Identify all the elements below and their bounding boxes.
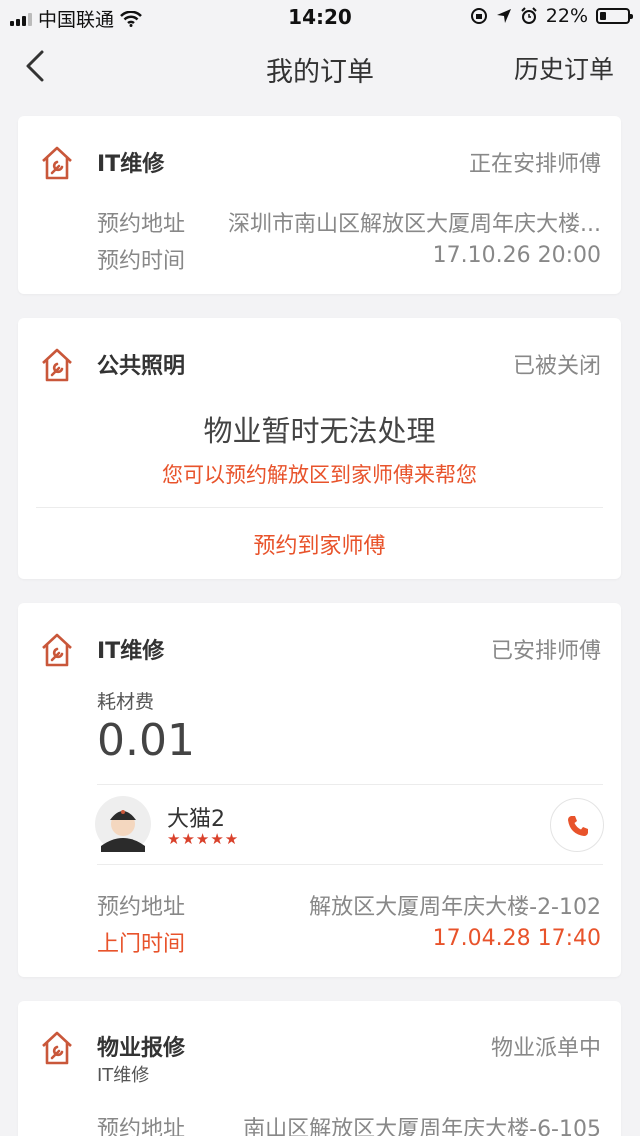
worker-name: 大猫2	[167, 807, 225, 832]
repair-house-icon	[42, 1031, 72, 1065]
divider	[36, 507, 603, 508]
order-title: 公共照明	[97, 354, 186, 379]
fee-value: 0.01	[97, 715, 195, 766]
history-orders-link[interactable]: 历史订单	[514, 50, 614, 86]
address-row: 预约地址 南山区解放区大厦周年庆大楼-6-105	[97, 1111, 601, 1136]
order-title: IT维修	[97, 639, 165, 664]
battery-icon	[596, 8, 633, 24]
order-status: 正在安排师傅	[468, 152, 601, 177]
nav-bar: 我的订单 历史订单	[0, 36, 640, 96]
suggestion-text: 您可以预约解放区到家师傅来帮您	[162, 463, 477, 487]
address-value: 南山区解放区大厦周年庆大楼-6-105	[243, 1117, 601, 1136]
order-status: 已安排师傅	[490, 639, 601, 664]
visit-time-row: 上门时间 17.04.28 17:40	[97, 926, 601, 958]
repair-house-icon	[42, 633, 72, 667]
repair-house-icon	[42, 146, 72, 180]
time-row: 预约时间 17.10.26 20:00	[97, 243, 601, 275]
phone-icon	[568, 816, 588, 836]
time-value: 17.10.26 20:00	[432, 243, 601, 268]
status-bar: 中国联通 14:20 22%	[0, 0, 640, 36]
repair-house-icon	[42, 348, 72, 382]
rotation-lock-icon	[470, 8, 487, 24]
time-label: 预约时间	[97, 249, 186, 274]
closed-message: 物业暂时无法处理	[203, 414, 436, 448]
address-row: 预约地址 深圳市南山区解放区大厦周年庆大楼...	[97, 206, 601, 238]
avatar[interactable]	[95, 796, 151, 852]
divider	[97, 864, 603, 865]
address-label: 预约地址	[97, 1117, 186, 1136]
time-label: 上门时间	[97, 932, 186, 957]
time-value: 17.04.28 17:40	[432, 926, 601, 951]
order-card[interactable]: IT维修 已安排师傅 耗材费 0.01 大猫2 ★★★★★ 预约地址 解放区大厦…	[18, 603, 621, 977]
book-master-button[interactable]: 预约到家师傅	[18, 528, 621, 560]
address-label: 预约地址	[97, 212, 186, 237]
divider	[97, 784, 603, 785]
call-button[interactable]	[550, 798, 604, 852]
fee-label: 耗材费	[97, 691, 155, 713]
address-label: 预约地址	[97, 895, 186, 920]
address-value: 解放区大厦周年庆大楼-2-102	[309, 895, 601, 920]
order-status: 物业派单中	[490, 1036, 601, 1061]
address-row: 预约地址 解放区大厦周年庆大楼-2-102	[97, 889, 601, 921]
order-status: 已被关闭	[512, 354, 601, 379]
rating-stars: ★★★★★	[167, 830, 240, 848]
order-card[interactable]: 公共照明 已被关闭 物业暂时无法处理 您可以预约解放区到家师傅来帮您 预约到家师…	[18, 318, 621, 579]
battery-percent: 22%	[545, 5, 588, 27]
location-icon	[496, 9, 511, 23]
order-title: IT维修	[97, 152, 165, 177]
order-card[interactable]: IT维修 正在安排师傅 预约地址 深圳市南山区解放区大厦周年庆大楼... 预约时…	[18, 116, 621, 294]
order-title: 物业报修	[97, 1036, 186, 1061]
order-subtitle: IT维修	[97, 1065, 150, 1086]
alarm-icon	[521, 7, 537, 24]
address-value: 深圳市南山区解放区大厦周年庆大楼...	[228, 212, 601, 237]
order-card[interactable]: 物业报修 IT维修 物业派单中 预约地址 南山区解放区大厦周年庆大楼-6-105	[18, 1001, 621, 1136]
